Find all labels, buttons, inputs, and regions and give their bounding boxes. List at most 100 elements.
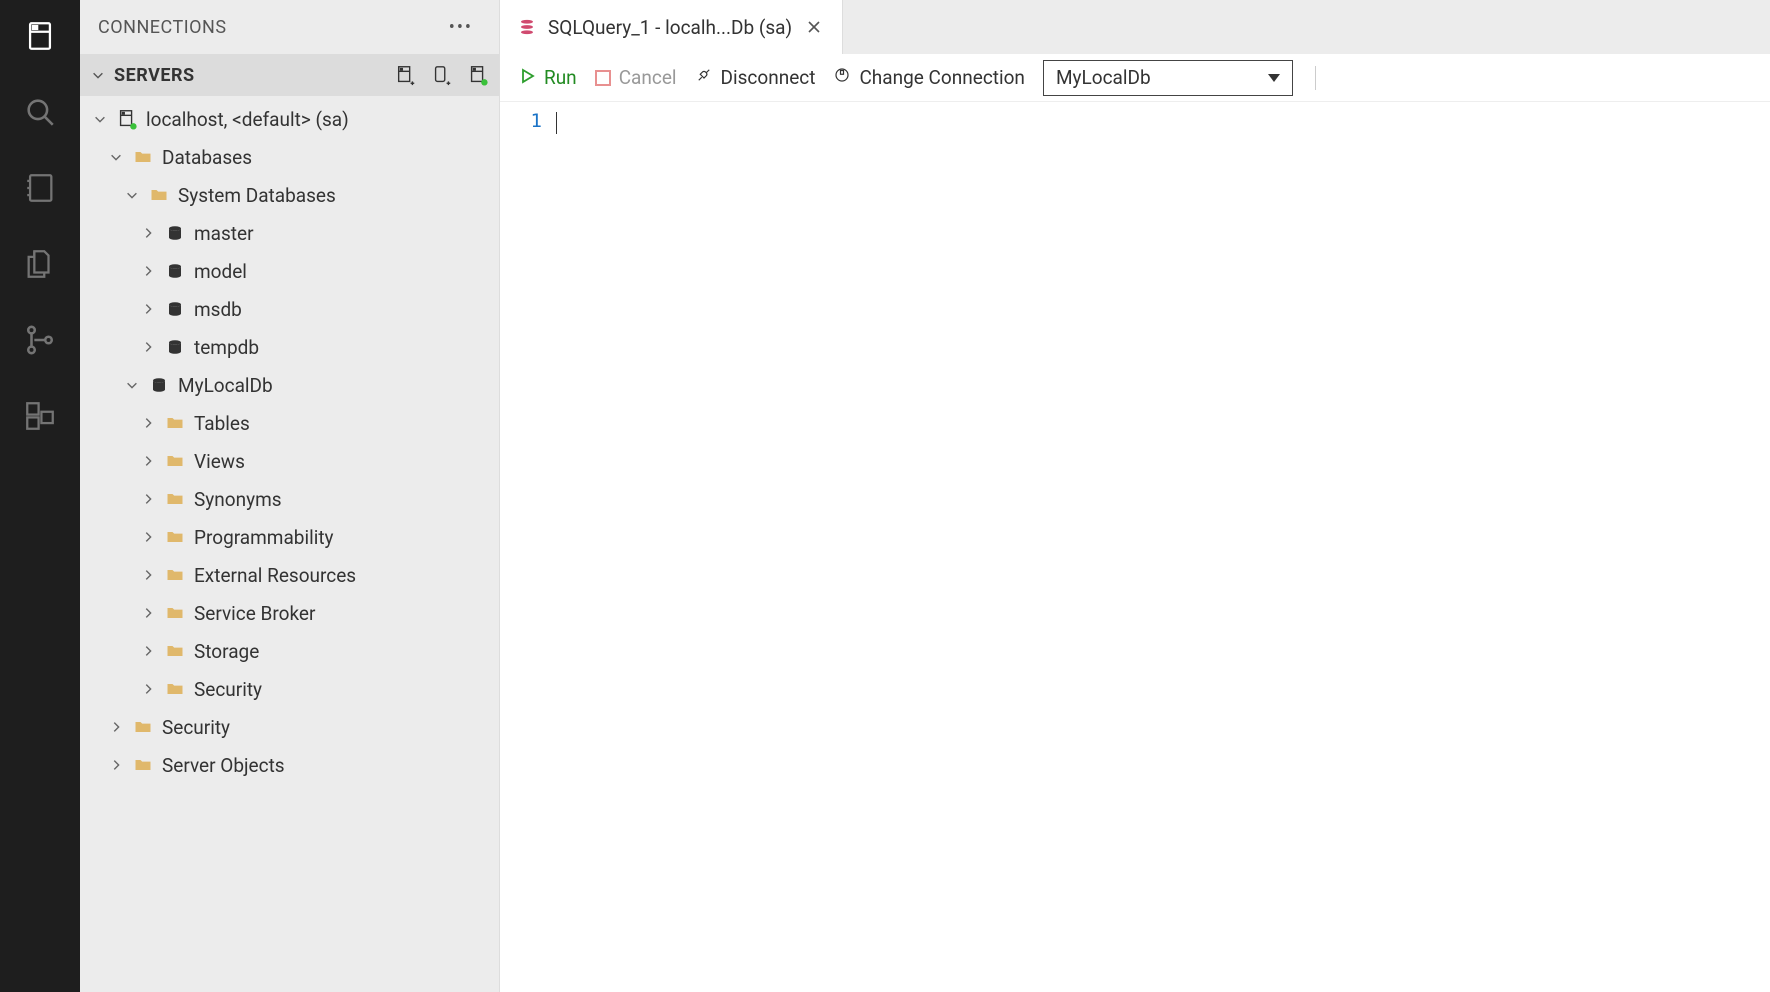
chevron-down-icon <box>108 149 124 165</box>
tree-db-security-node[interactable]: Security <box>80 670 499 708</box>
toolbar-separator <box>1315 66 1316 90</box>
tree-label: Storage <box>194 640 259 663</box>
servers-section-header[interactable]: SERVERS <box>80 54 499 96</box>
editor-tab[interactable]: SQLQuery_1 - localh...Db (sa) <box>500 0 843 54</box>
tree-tables-node[interactable]: Tables <box>80 404 499 442</box>
new-server-group-button[interactable] <box>431 64 453 86</box>
show-active-connections-button[interactable] <box>467 64 489 86</box>
query-toolbar: Run Cancel Disconnect Change Connection … <box>500 54 1770 102</box>
folder-icon <box>164 526 186 548</box>
activity-notebooks[interactable] <box>20 168 60 208</box>
activity-explorer[interactable] <box>20 244 60 284</box>
activity-extensions[interactable] <box>20 396 60 436</box>
chevron-right-icon <box>140 567 156 583</box>
close-icon <box>806 19 822 35</box>
sidebar-title: CONNECTIONS <box>98 17 227 38</box>
chevron-right-icon <box>140 301 156 317</box>
tree-label: External Resources <box>194 564 356 587</box>
chevron-down-icon <box>124 377 140 393</box>
database-icon <box>164 260 186 282</box>
folder-icon <box>164 640 186 662</box>
servers-header-actions <box>395 64 489 86</box>
folder-icon <box>164 450 186 472</box>
folder-icon <box>164 564 186 586</box>
tree-system-databases-node[interactable]: System Databases <box>80 176 499 214</box>
tree-label: model <box>194 260 247 283</box>
code-editor[interactable] <box>554 102 1770 992</box>
folder-icon <box>132 716 154 738</box>
connections-tree: localhost, <default> (sa) Databases Syst… <box>80 96 499 788</box>
cancel-button[interactable]: Cancel <box>595 66 677 89</box>
tree-label: Databases <box>162 146 252 169</box>
chevron-right-icon <box>108 757 124 773</box>
chevron-right-icon <box>140 605 156 621</box>
tree-external-resources-node[interactable]: External Resources <box>80 556 499 594</box>
activity-source-control[interactable] <box>20 320 60 360</box>
tab-title: SQLQuery_1 - localh...Db (sa) <box>548 16 792 39</box>
chevron-right-icon <box>108 719 124 735</box>
chevron-right-icon <box>140 263 156 279</box>
chevron-right-icon <box>140 339 156 355</box>
disconnect-button[interactable]: Disconnect <box>695 66 816 89</box>
files-icon <box>23 247 57 281</box>
chevron-right-icon <box>140 529 156 545</box>
change-connection-label: Change Connection <box>859 66 1025 89</box>
tab-close-button[interactable] <box>804 17 824 37</box>
extensions-icon <box>23 399 57 433</box>
chevron-right-icon <box>140 453 156 469</box>
tree-db-model[interactable]: model <box>80 252 499 290</box>
activity-search[interactable] <box>20 92 60 132</box>
run-button[interactable]: Run <box>520 66 577 89</box>
tree-label: Tables <box>194 412 250 435</box>
database-icon <box>164 222 186 244</box>
search-icon <box>23 95 57 129</box>
plug-disconnect-icon <box>695 66 713 89</box>
tree-label: Server Objects <box>162 754 285 777</box>
caret-down-icon <box>1268 74 1280 82</box>
folder-icon <box>164 488 186 510</box>
chevron-down-icon <box>124 187 140 203</box>
chevron-right-icon <box>140 681 156 697</box>
tree-programmability-node[interactable]: Programmability <box>80 518 499 556</box>
activity-connections[interactable] <box>20 16 60 56</box>
activity-bar <box>0 0 80 992</box>
database-icon <box>164 336 186 358</box>
database-stack-icon <box>518 18 536 36</box>
tree-service-broker-node[interactable]: Service Broker <box>80 594 499 632</box>
tree-synonyms-node[interactable]: Synonyms <box>80 480 499 518</box>
tree-server-node[interactable]: localhost, <default> (sa) <box>80 100 499 138</box>
group-plus-icon <box>431 64 453 86</box>
tree-db-msdb[interactable]: msdb <box>80 290 499 328</box>
editor-body: 1 <box>500 102 1770 992</box>
tree-label: msdb <box>194 298 242 321</box>
new-connection-button[interactable] <box>395 64 417 86</box>
tree-label: Synonyms <box>194 488 282 511</box>
tree-views-node[interactable]: Views <box>80 442 499 480</box>
chevron-down-icon <box>90 67 106 83</box>
folder-icon <box>164 678 186 700</box>
database-selector[interactable]: MyLocalDb <box>1043 60 1293 96</box>
tree-db-master[interactable]: master <box>80 214 499 252</box>
tab-bar: SQLQuery_1 - localh...Db (sa) <box>500 0 1770 54</box>
folder-icon <box>132 146 154 168</box>
tree-databases-node[interactable]: Databases <box>80 138 499 176</box>
tree-db-tempdb[interactable]: tempdb <box>80 328 499 366</box>
swap-connection-icon <box>833 66 851 89</box>
cancel-label: Cancel <box>619 66 677 89</box>
folder-icon <box>164 412 186 434</box>
sidebar-more-actions[interactable]: ••• <box>441 13 481 42</box>
chevron-right-icon <box>140 491 156 507</box>
tree-label: tempdb <box>194 336 259 359</box>
stop-icon <box>595 70 611 86</box>
chevron-right-icon <box>140 415 156 431</box>
change-connection-button[interactable]: Change Connection <box>833 66 1025 89</box>
database-icon <box>164 298 186 320</box>
tree-server-objects-node[interactable]: Server Objects <box>80 746 499 784</box>
source-control-icon <box>23 323 57 357</box>
text-cursor <box>556 112 557 134</box>
tree-storage-node[interactable]: Storage <box>80 632 499 670</box>
folder-icon <box>148 184 170 206</box>
server-active-icon <box>467 64 489 86</box>
tree-server-security-node[interactable]: Security <box>80 708 499 746</box>
tree-db-mylocaldb[interactable]: MyLocalDb <box>80 366 499 404</box>
